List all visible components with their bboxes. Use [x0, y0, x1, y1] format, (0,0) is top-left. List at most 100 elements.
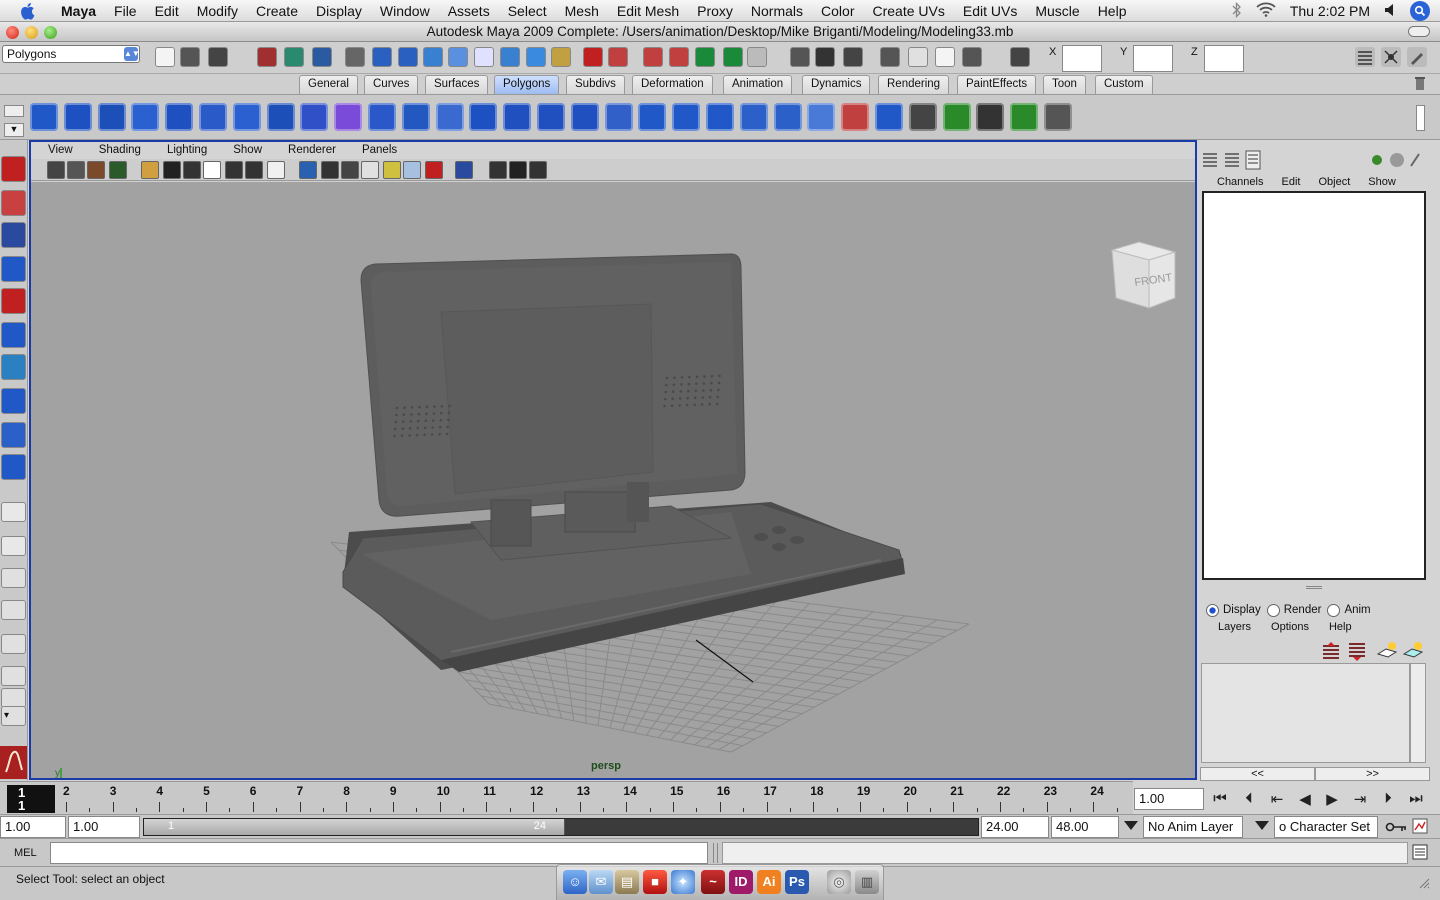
planar-mapping-icon[interactable]	[908, 103, 937, 131]
select-camera-icon[interactable]	[47, 161, 65, 179]
poly-helix-icon[interactable]	[300, 103, 329, 131]
channel-box-layout-icon[interactable]	[1201, 150, 1261, 173]
radio-display[interactable]	[1206, 603, 1219, 617]
finder-icon[interactable]: ☺	[563, 870, 587, 894]
new-layer-icon[interactable]	[1376, 640, 1398, 665]
texture-icon[interactable]	[880, 47, 900, 67]
shelf-tab-rendering[interactable]: Rendering	[878, 75, 950, 94]
scale-tool-icon[interactable]	[1, 322, 26, 348]
menu-color[interactable]: Color	[812, 3, 863, 19]
boolean-difference-icon[interactable]	[537, 103, 565, 131]
offset-edgeloop-icon[interactable]	[807, 103, 836, 131]
append-polygon-icon[interactable]	[706, 103, 734, 131]
menu-assets[interactable]: Assets	[439, 3, 499, 19]
menu-normals[interactable]: Normals	[742, 3, 812, 19]
select-tool-icon[interactable]	[1, 156, 26, 182]
move-tool-icon[interactable]	[1, 256, 26, 282]
ipr-render-icon[interactable]	[526, 47, 546, 67]
wifi-icon[interactable]	[1256, 2, 1276, 20]
bookmark-icon[interactable]	[87, 161, 105, 179]
bluetooth-icon[interactable]	[1232, 1, 1242, 21]
merge-vertex-icon[interactable]	[875, 103, 903, 131]
shelf-tab-curves[interactable]: Curves	[364, 75, 419, 94]
minimize-window-button[interactable]	[25, 26, 38, 39]
xray-joints-icon[interactable]	[509, 161, 527, 179]
new-scene-icon[interactable]	[155, 47, 175, 67]
menu-create-uvs[interactable]: Create UVs	[864, 3, 954, 19]
tool-settings-toggle-icon[interactable]	[1407, 47, 1427, 67]
graph-editor-layout-icon[interactable]	[1, 666, 26, 686]
photoshop-icon[interactable]: Ps	[785, 870, 809, 894]
field-chart-icon[interactable]	[225, 161, 243, 179]
panel-menu-show[interactable]: Show	[216, 142, 271, 159]
panel-menu-shading[interactable]: Shading	[82, 142, 150, 159]
material-icon[interactable]	[843, 47, 863, 67]
range-slider[interactable]: 1 24	[143, 818, 979, 836]
poly-pipe-icon[interactable]	[266, 103, 295, 131]
transform-icon[interactable]	[669, 47, 689, 67]
select-icon[interactable]	[723, 47, 743, 67]
layer-list[interactable]	[1201, 663, 1410, 763]
smooth-icon[interactable]	[469, 103, 498, 131]
history-icon[interactable]	[474, 47, 494, 67]
texture-icon[interactable]	[361, 161, 379, 179]
radio-render[interactable]	[1266, 603, 1280, 617]
xray-icon[interactable]	[489, 161, 507, 179]
3d-viewport[interactable]: FRONT y x z persp	[31, 182, 1195, 778]
single-view-icon[interactable]	[1, 502, 26, 522]
anim-end-field[interactable]: 48.00	[1051, 816, 1119, 838]
menu-display[interactable]: Display	[307, 3, 371, 19]
channel-tab-edit[interactable]: Edit	[1263, 176, 1300, 190]
channel-box-list[interactable]	[1202, 191, 1426, 580]
channel-tab-show[interactable]: Show	[1350, 176, 1396, 190]
layer-scrollbar[interactable]	[1410, 663, 1426, 763]
separate-icon[interactable]	[401, 103, 430, 131]
illustrator-icon[interactable]: Ai	[757, 870, 781, 894]
shelf-menu-button[interactable]	[4, 105, 24, 117]
playback-start-field[interactable]: 1.00	[68, 816, 140, 838]
shelf-tab-dynamics[interactable]: Dynamics	[802, 75, 871, 94]
menu-muscle[interactable]: Muscle	[1026, 3, 1088, 19]
use-lights-icon[interactable]	[383, 161, 401, 179]
hypershade-layout-icon[interactable]	[1, 634, 26, 654]
uv-editor-icon[interactable]	[1044, 103, 1072, 131]
close-window-button[interactable]	[6, 26, 19, 39]
input-ops-icon[interactable]	[643, 47, 663, 67]
channel-tab-object[interactable]: Object	[1300, 176, 1350, 190]
save-scene-icon[interactable]	[208, 47, 228, 67]
panel-menu-panels[interactable]: Panels	[345, 142, 406, 159]
attribute-editor-toggle-icon[interactable]	[1381, 47, 1401, 67]
toolbox-more-chevron-icon[interactable]: ▾	[4, 710, 9, 721]
lasso-tool-icon[interactable]	[1, 190, 26, 216]
shelf-options-chevron-icon[interactable]: ▼	[4, 123, 24, 137]
menu-edit[interactable]: Edit	[146, 3, 188, 19]
insert-edgeloop-icon[interactable]	[773, 103, 802, 131]
poly-cylinder-icon[interactable]	[97, 103, 126, 131]
poly-plane-icon[interactable]	[165, 103, 194, 131]
light-icon[interactable]	[908, 47, 928, 67]
step-forward-frame-icon[interactable]: ⏵	[1377, 790, 1399, 808]
question-icon[interactable]	[747, 47, 767, 67]
toolbar-toggle-button[interactable]	[1408, 26, 1430, 37]
poly-sphere-icon[interactable]	[30, 103, 58, 131]
menu-modify[interactable]: Modify	[188, 3, 247, 19]
shelf-scrollbar[interactable]	[1416, 105, 1425, 131]
extrude-icon[interactable]	[638, 103, 667, 131]
open-scene-icon[interactable]	[180, 47, 200, 67]
coord-y-field[interactable]	[1133, 45, 1173, 72]
panel-menu-view[interactable]: View	[31, 142, 82, 159]
resolution-gate-icon[interactable]	[183, 161, 201, 179]
command-language-label[interactable]: MEL	[14, 847, 37, 859]
play-backwards-icon[interactable]: ◀	[1294, 790, 1316, 808]
playback-end-field[interactable]: 24.00	[981, 816, 1049, 838]
persp-graph-icon[interactable]	[1, 600, 26, 620]
persp-outliner-icon[interactable]	[1, 568, 26, 588]
app-icon[interactable]: ■	[643, 870, 667, 894]
step-forward-key-icon[interactable]: ⇥	[1349, 790, 1371, 808]
step-back-frame-icon[interactable]: ⏴	[1238, 790, 1260, 808]
mirror-geometry-icon[interactable]	[604, 103, 633, 131]
auto-key-icon[interactable]	[1385, 819, 1407, 838]
shelf-tab-surfaces[interactable]: Surfaces	[425, 75, 489, 94]
camera-attributes-icon[interactable]	[67, 161, 85, 179]
play-forwards-icon[interactable]: ▶	[1321, 790, 1343, 808]
